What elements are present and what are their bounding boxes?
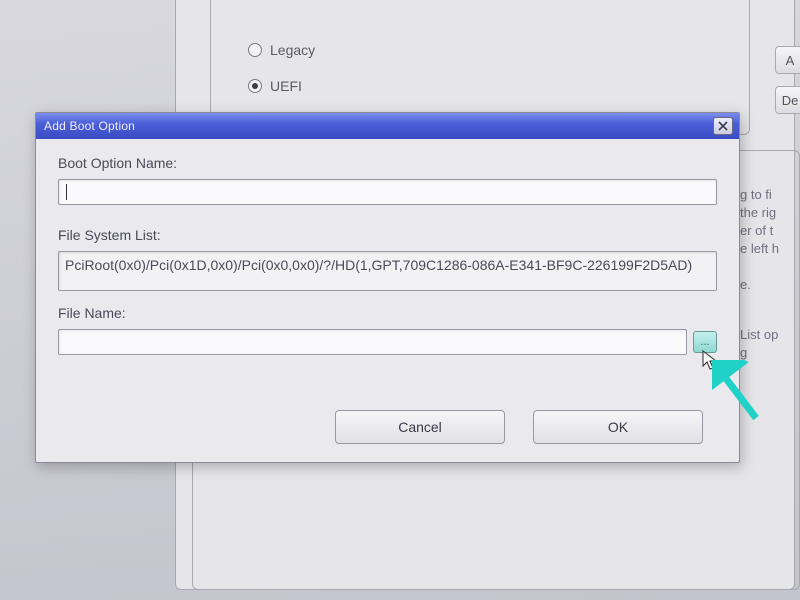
close-icon <box>718 121 728 131</box>
help-text-fragment: er of t <box>740 222 773 240</box>
dialog-titlebar[interactable]: Add Boot Option <box>36 113 739 139</box>
file-system-list-label: File System List: <box>58 227 717 243</box>
radio-circle-icon <box>248 43 262 57</box>
add-boot-option-dialog: Add Boot Option Boot Option Name: File S… <box>35 112 740 463</box>
cancel-button[interactable]: Cancel <box>335 410 505 444</box>
boot-option-name-label: Boot Option Name: <box>58 155 717 171</box>
file-name-label: File Name: <box>58 305 717 321</box>
radio-row-legacy[interactable]: Legacy <box>248 42 315 58</box>
add-boot-option-button[interactable]: A <box>775 46 800 74</box>
help-text-fragment: e. <box>740 276 751 294</box>
boot-option-name-input[interactable] <box>58 179 717 205</box>
ellipsis-icon: ... <box>700 336 709 348</box>
close-button[interactable] <box>713 117 733 135</box>
browse-file-button[interactable]: ... <box>693 331 717 353</box>
dialog-title: Add Boot Option <box>44 119 135 133</box>
help-text-fragment: e left h <box>740 240 779 258</box>
radio-row-uefi[interactable]: UEFI <box>248 78 302 94</box>
help-text-fragment: List op <box>740 326 778 344</box>
help-text-fragment: the rig <box>740 204 776 222</box>
help-text-fragment: g to fi <box>740 186 772 204</box>
file-name-input[interactable] <box>58 329 687 355</box>
text-caret-icon <box>66 184 67 200</box>
dialog-body: Boot Option Name: File System List: PciR… <box>36 139 739 462</box>
delete-boot-option-button[interactable]: De <box>775 86 800 114</box>
help-text-fragment: g <box>740 344 747 362</box>
radio-label-uefi: UEFI <box>270 78 302 94</box>
radio-selected-dot-icon <box>252 83 258 89</box>
radio-label-legacy: Legacy <box>270 42 315 58</box>
ok-button[interactable]: OK <box>533 410 703 444</box>
radio-circle-icon <box>248 79 262 93</box>
file-system-list-box[interactable]: PciRoot(0x0)/Pci(0x1D,0x0)/Pci(0x0,0x0)/… <box>58 251 717 291</box>
dialog-button-row: Cancel OK <box>58 410 717 444</box>
